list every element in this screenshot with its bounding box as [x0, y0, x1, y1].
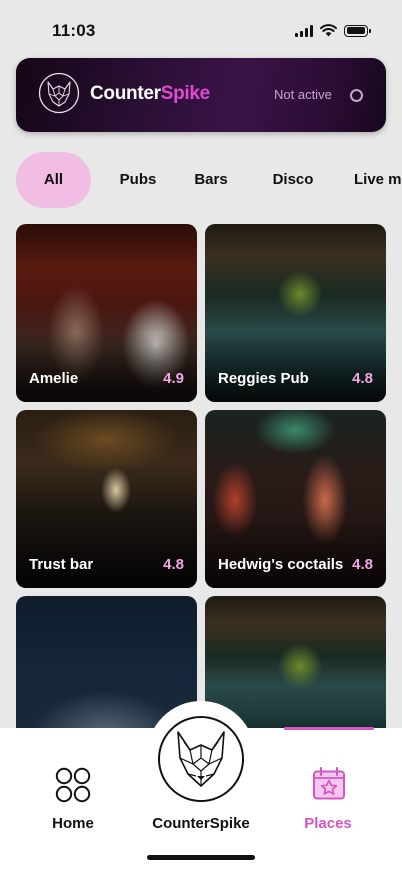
- category-chip-all[interactable]: All: [16, 152, 91, 208]
- wifi-icon: [320, 24, 337, 37]
- place-card[interactable]: Hedwig's coctails 4.8: [205, 410, 386, 588]
- counterspike-banner[interactable]: CounterSpike Not active: [16, 58, 386, 132]
- counterspike-center-button[interactable]: [158, 716, 244, 802]
- place-card[interactable]: Trust bar 4.8: [16, 410, 197, 588]
- place-rating: 4.8: [352, 556, 373, 573]
- place-name: Amelie: [29, 370, 79, 387]
- category-filter-bar: All Pubs Bars Disco Live m: [16, 152, 402, 208]
- nav-home-label[interactable]: Home: [44, 815, 102, 832]
- calendar-star-icon[interactable]: [311, 766, 347, 802]
- battery-icon: [344, 24, 371, 37]
- category-chip-bars[interactable]: Bars: [186, 152, 236, 208]
- place-rating: 4.9: [163, 370, 184, 387]
- place-name: Trust bar: [29, 556, 94, 573]
- wolf-head-icon: [177, 731, 225, 787]
- category-chip-live-music[interactable]: Live m: [354, 152, 402, 208]
- place-rating: 4.8: [163, 556, 184, 573]
- place-card[interactable]: Reggies Pub 4.8: [205, 224, 386, 402]
- active-tab-indicator: [284, 727, 374, 730]
- cellular-signal-icon: [295, 24, 313, 37]
- category-chip-disco[interactable]: Disco: [265, 152, 321, 208]
- brand-name-part2: Spike: [160, 83, 211, 104]
- nav-places-label[interactable]: Places: [298, 815, 358, 832]
- brand-name-part1: Counter: [90, 83, 161, 104]
- status-bar: 11:03: [0, 0, 402, 60]
- status-icons: [295, 24, 371, 37]
- nav-counterspike-label[interactable]: CounterSpike: [141, 815, 261, 832]
- status-time: 11:03: [52, 21, 96, 40]
- activity-status-text: Not active: [274, 87, 332, 102]
- place-name: Hedwig's coctails: [218, 556, 344, 573]
- home-indicator: [147, 855, 255, 860]
- home-icon[interactable]: [55, 767, 91, 803]
- status-indicator-icon: [350, 89, 363, 102]
- place-name: Reggies Pub: [218, 370, 309, 387]
- brand-name: CounterSpike: [90, 83, 210, 105]
- wolf-logo-icon: [38, 72, 80, 114]
- place-card[interactable]: Amelie 4.9: [16, 224, 197, 402]
- place-rating: 4.8: [352, 370, 373, 387]
- category-chip-pubs[interactable]: Pubs: [110, 152, 166, 208]
